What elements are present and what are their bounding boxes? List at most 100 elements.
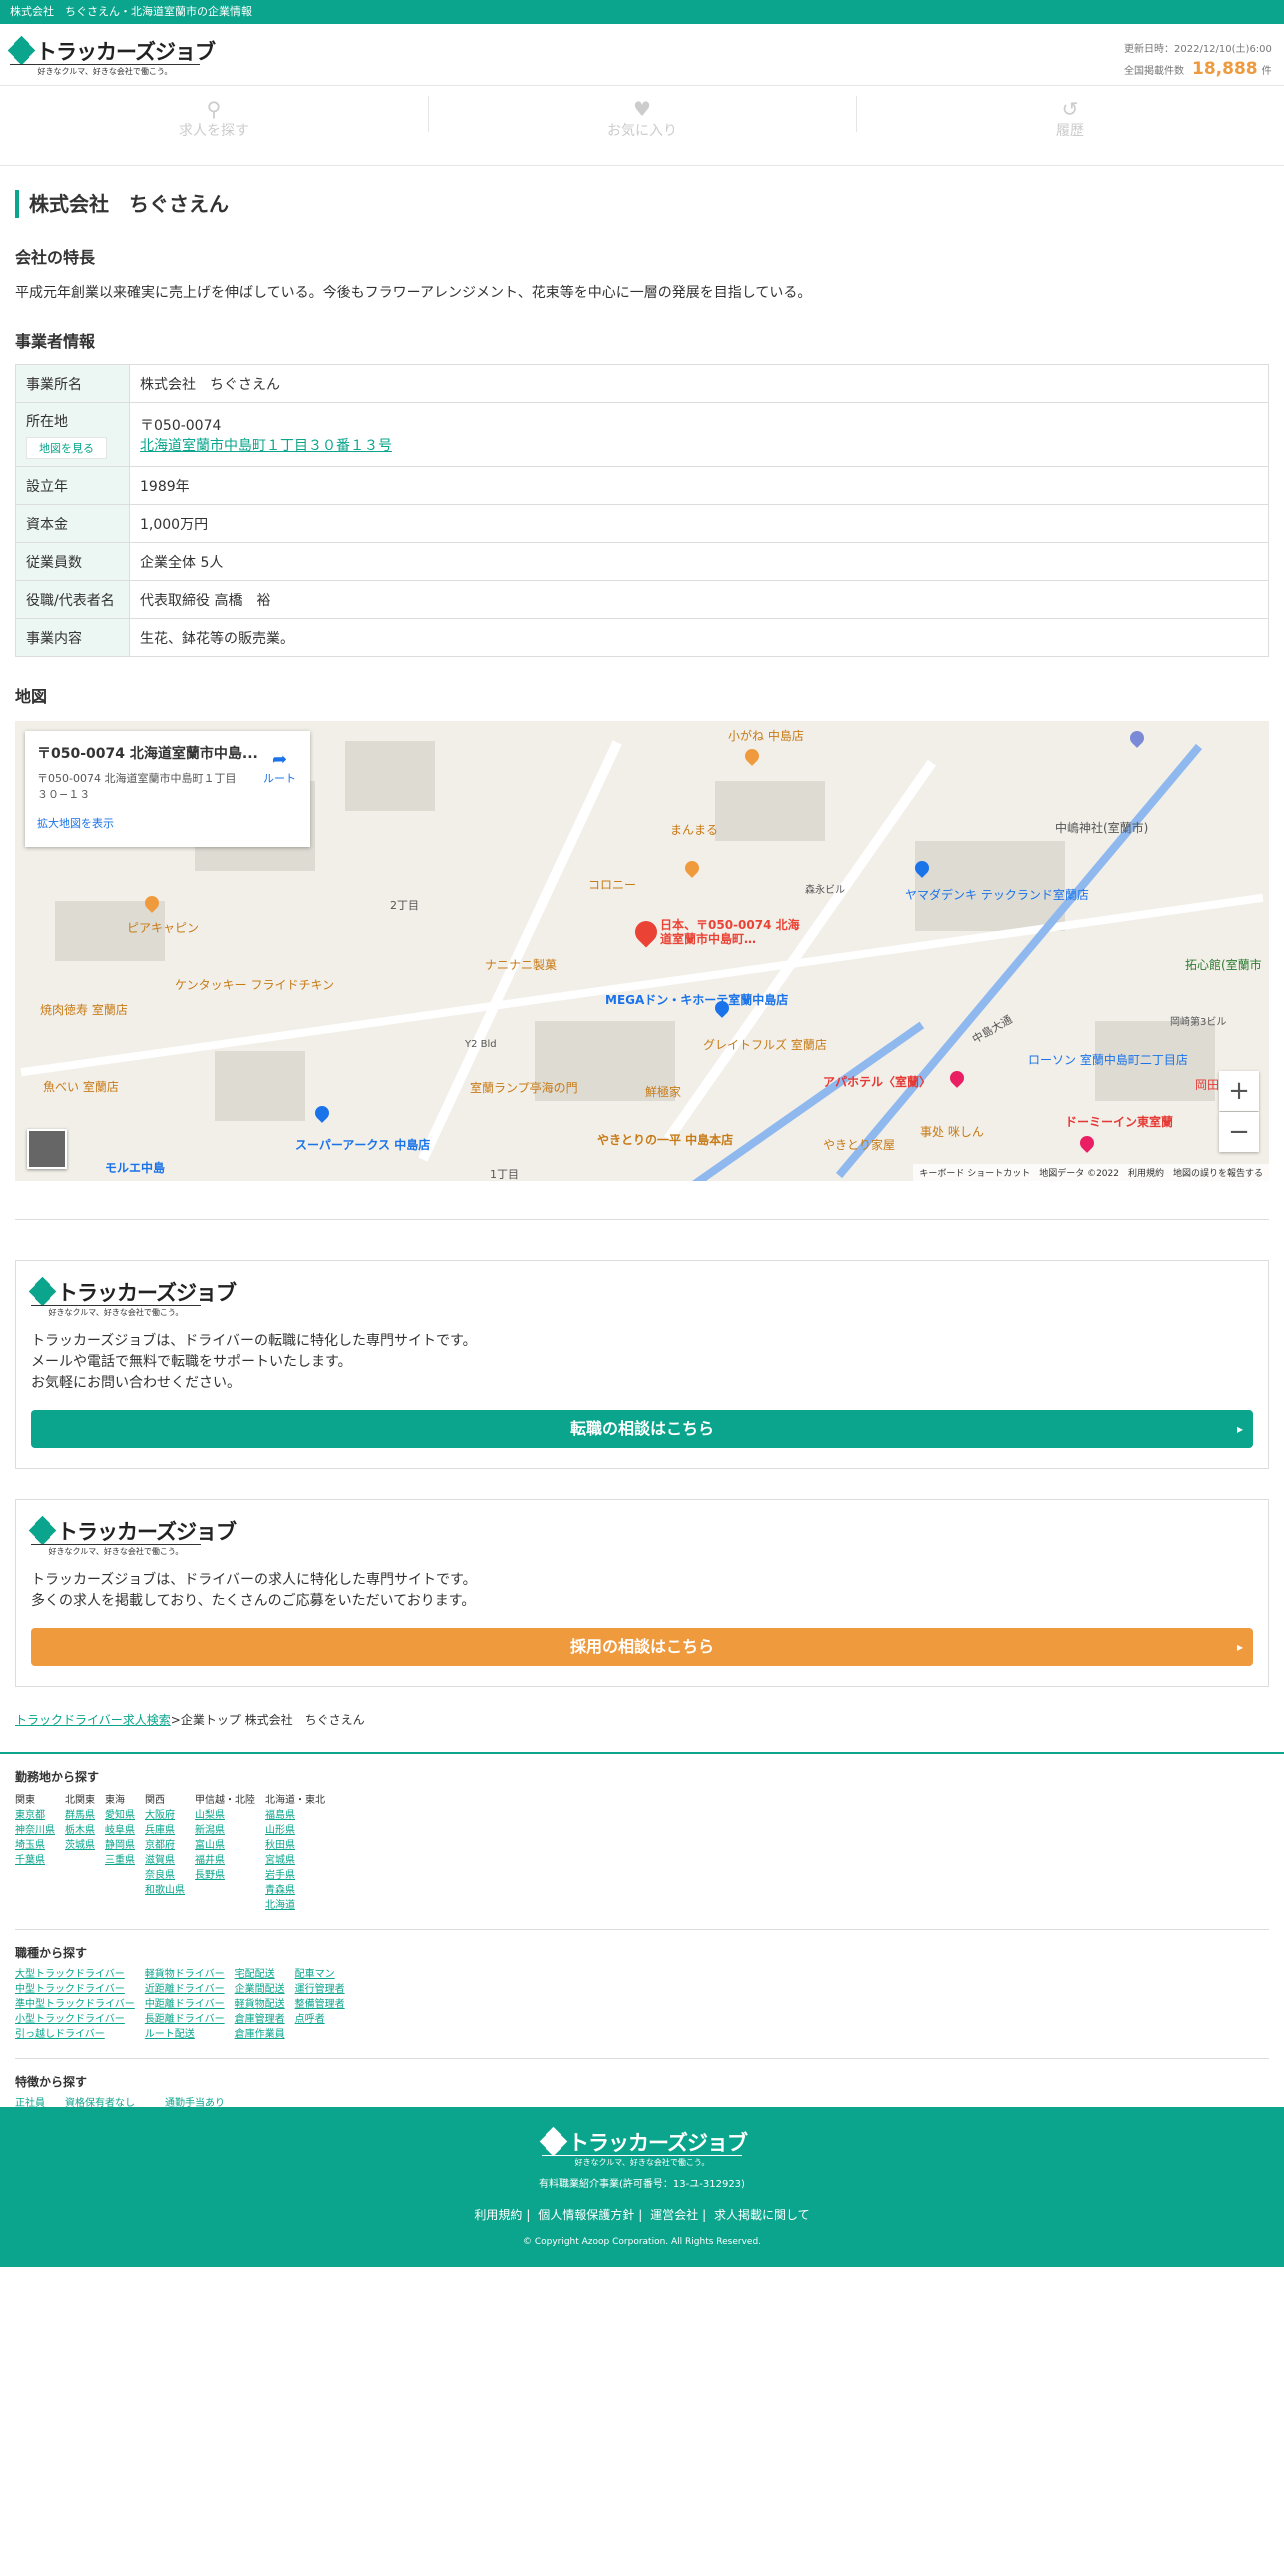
search-link[interactable]: 愛知県 [105,1808,135,1823]
search-link[interactable]: 和歌山県 [145,1883,185,1898]
search-link[interactable]: 倉庫管理者 [235,2012,285,2027]
search-link[interactable]: 倉庫作業員 [235,2027,285,2042]
view-map-button[interactable]: 地図を見る [26,436,107,459]
search-link[interactable]: 茨城県 [65,1838,95,1853]
search-link[interactable]: 企業間配送 [235,1982,285,1997]
search-link[interactable]: 長距離ドライバー [145,2012,225,2027]
search-link[interactable]: 京都府 [145,1838,185,1853]
place-pin-icon [1127,728,1147,748]
search-link[interactable]: 岩手県 [265,1868,325,1883]
link-column: 東海 愛知県 岐阜県 静岡県 三重県 [105,1791,135,1913]
search-link[interactable]: ルート配送 [145,2027,225,2042]
main-content: 株式会社 ちぐさえん 会社の特長 平成元年創業以来確実に売上げを伸ばしている。今… [0,190,1284,1728]
nav-search[interactable]: ⚲ 求人を探す [0,86,428,165]
search-link[interactable]: 埼玉県 [15,1838,55,1853]
search-link[interactable]: 引っ越しドライバー [15,2027,135,2042]
logo-mark-icon [539,2126,568,2157]
column-head: 北関東 [65,1795,95,1806]
search-link[interactable]: 点呼者 [295,2012,345,2027]
search-link[interactable]: 奈良県 [145,1868,185,1883]
enlarge-map-link[interactable]: 拡大地図を表示 [37,815,298,831]
search-link[interactable]: 近距離ドライバー [145,1982,225,1997]
search-link[interactable]: 長野県 [195,1868,255,1883]
nav-history[interactable]: ↺ 履歴 [856,86,1284,165]
location-pin-icon[interactable] [630,916,662,948]
logo-tagline: 好きなクルマ、好きな会社で働こう。 [31,1544,201,1557]
search-link[interactable]: 栃木県 [65,1823,95,1838]
search-link[interactable]: 準中型トラックドライバー [15,1997,135,2012]
search-link[interactable]: 運行管理者 [295,1982,345,1997]
google-map[interactable]: 小がね 中島店 中嶋神社(室蘭市) まんまる コロニー ヤマダデンキ テックラン… [15,721,1269,1181]
search-link[interactable]: 岐阜県 [105,1823,135,1838]
map-type-toggle[interactable] [27,1129,67,1169]
search-link[interactable]: 中型トラックドライバー [15,1982,135,1997]
footer-link-terms[interactable]: 利用規約 [474,2208,522,2222]
logo-mark-icon [28,1276,57,1307]
map-place: ヤマダデンキ テックランド室蘭店 [905,888,1089,902]
search-links: 勤務地から探す 関東 東京都 神奈川県 埼玉県 千葉県 北関東 群馬県 栃木県 茨城県 東海 愛知県… [0,1768,1284,2156]
search-link[interactable]: 宅配配送 [235,1967,285,1982]
breadcrumb-current: 企業トップ 株式会社 ちぐさえん [180,1713,365,1727]
search-link[interactable]: 三重県 [105,1853,135,1868]
route-button[interactable]: ➦ ルート [263,749,296,786]
search-link[interactable]: 青森県 [265,1883,325,1898]
search-link[interactable]: 軽貨物ドライバー [145,1967,225,1982]
search-link[interactable]: 小型トラックドライバー [15,2012,135,2027]
map-place: ケンタッキー フライドチキン [175,978,335,992]
search-link[interactable]: 大阪府 [145,1808,185,1823]
zoom-in-button[interactable]: + [1219,1071,1259,1111]
search-link[interactable]: 北海道 [265,1898,325,1913]
link-column: 北関東群馬県 栃木県 茨城県 [65,1791,95,1913]
search-link[interactable]: 秋田県 [265,1838,325,1853]
career-consult-button[interactable]: 転職の相談はこちら [31,1410,1253,1448]
column-head: 北海道・東北 [265,1795,325,1806]
search-link[interactable]: 千葉県 [15,1853,55,1868]
row-label: 役職/代表者名 [15,580,130,619]
search-link[interactable]: 大型トラックドライバー [15,1967,135,1982]
search-link[interactable]: 神奈川県 [15,1823,55,1838]
search-link[interactable]: 整備管理者 [295,1997,345,2012]
site-logo[interactable]: トラッカーズジョブ 好きなクルマ、好きな会社で働こう。 [7,35,216,76]
map-attribution[interactable]: キーボード ショートカット 地図データ ©2022 利用規約 地図の誤りを報告す… [913,1164,1269,1181]
address-link[interactable]: 北海道室蘭市中島町１丁目３０番１３号 [140,438,392,454]
search-link[interactable]: 中距離ドライバー [145,1997,225,2012]
promo-text: トラッカーズジョブは、ドライバーの転職に特化した専門サイトです。 メールや電話で無… [31,1333,477,1391]
search-link[interactable]: 福井県 [195,1853,255,1868]
search-link[interactable]: 山梨県 [195,1808,255,1823]
count-unit: 件 [1261,66,1272,77]
license-text: 有料職業紹介事業(許可番号：13-ユ-312923) [539,2179,745,2190]
search-link[interactable]: 兵庫県 [145,1823,185,1838]
update-date: 更新日時：2022/12/10(土)6:00 [1124,44,1272,55]
search-link[interactable]: 山形県 [265,1823,325,1838]
search-link[interactable]: 富山県 [195,1838,255,1853]
search-link[interactable]: 福島県 [265,1808,325,1823]
zoom-out-button[interactable]: − [1219,1112,1259,1152]
link-column: 軽貨物ドライバー 近距離ドライバー 中距離ドライバー 長距離ドライバー ルート配送 [145,1967,225,2042]
search-link[interactable]: 宮城県 [265,1853,325,1868]
nav-favorites[interactable]: ♥ お気に入り [428,86,856,165]
footer-link-company[interactable]: 運営会社 [650,2208,698,2222]
column-head: 関東 [15,1795,35,1806]
search-link[interactable]: 新潟県 [195,1823,255,1838]
map-place: 岡田 [1195,1078,1220,1092]
row-value: 1989年 [129,466,1269,505]
footer-link-privacy[interactable]: 個人情報保護方針 [538,2208,634,2222]
row-label: 事業所名 [15,364,130,403]
promo-logo: トラッカーズジョブ 好きなクルマ、好きな会社で働こう。 [28,1515,237,1556]
search-link[interactable]: 静岡県 [105,1838,135,1853]
breadcrumb-home-link[interactable]: トラックドライバー求人検索 [15,1713,171,1727]
header: トラッカーズジョブ 好きなクルマ、好きな会社で働こう。 更新日時：2022/12… [0,24,1284,86]
footer-logo[interactable]: トラッカーズジョブ 好きなクルマ、好きな会社で働こう。 [539,2126,748,2167]
footer-link-listing[interactable]: 求人掲載に関して [714,2208,810,2222]
recruit-promo: トラッカーズジョブ 好きなクルマ、好きな会社で働こう。 トラッカーズジョブは、ド… [15,1499,1269,1687]
map-place: 2丁目 [390,899,419,912]
search-link[interactable]: 軽貨物配送 [235,1997,285,2012]
row-label: 所在地 [26,413,68,430]
restaurant-pin-icon [682,858,702,878]
search-link[interactable]: 東京都 [15,1808,55,1823]
search-link[interactable]: 群馬県 [65,1808,95,1823]
recruit-consult-button[interactable]: 採用の相談はこちら [31,1628,1253,1666]
search-link[interactable]: 配車マン [295,1967,345,1982]
area-heading: 勤務地から探す [15,1770,100,1784]
search-link[interactable]: 滋賀県 [145,1853,185,1868]
